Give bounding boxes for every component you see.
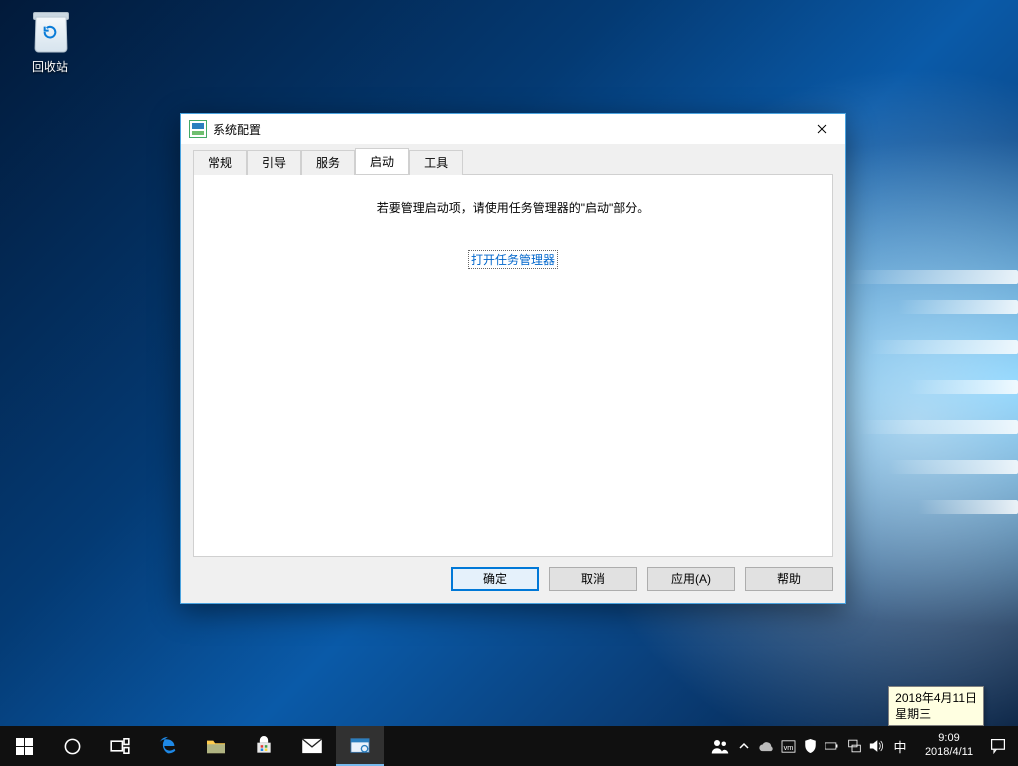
msconfig-dialog: 系统配置 常规 引导 服务 启动 工具 若要管理启动项，请使用任务管理器的"启动… xyxy=(180,113,846,604)
volume-icon xyxy=(869,739,884,753)
taskbar: vm 中 9:09 2018/4/11 xyxy=(0,726,1018,766)
close-icon xyxy=(817,124,827,134)
tooltip-weekday: 星期三 xyxy=(895,707,931,721)
tray-icon-power[interactable] xyxy=(821,741,843,751)
close-button[interactable] xyxy=(799,114,845,144)
dialog-button-row: 确定 取消 应用(A) 帮助 xyxy=(193,567,833,591)
store-icon xyxy=(254,736,274,756)
cancel-button[interactable]: 取消 xyxy=(549,567,637,591)
desktop-icon-label: 回收站 xyxy=(12,58,88,75)
svg-text:vm: vm xyxy=(783,742,793,751)
tray-up-arrow[interactable] xyxy=(733,742,755,750)
start-button[interactable] xyxy=(0,726,48,766)
tab-strip: 常规 引导 服务 启动 工具 xyxy=(193,152,833,174)
recycle-bin-icon xyxy=(26,6,74,54)
tab-tools[interactable]: 工具 xyxy=(409,150,463,175)
taskbar-app-explorer[interactable] xyxy=(192,726,240,766)
action-center-icon xyxy=(990,738,1006,754)
desktop-background[interactable]: 回收站 系统配置 常规 引导 服务 启动 工具 若要管理启动项，请使用任务管理器… xyxy=(0,0,1018,766)
tab-services[interactable]: 服务 xyxy=(301,150,355,175)
system-tray: vm 中 9:09 2018/4/11 xyxy=(707,726,1018,766)
desktop-icon-recycle-bin[interactable]: 回收站 xyxy=(12,6,88,75)
edge-icon xyxy=(157,735,179,757)
ok-button[interactable]: 确定 xyxy=(451,567,539,591)
vm-icon: vm xyxy=(781,740,796,753)
task-view-icon xyxy=(110,738,130,754)
tray-icon-volume[interactable] xyxy=(865,739,887,753)
taskbar-app-store[interactable] xyxy=(240,726,288,766)
taskbar-clock[interactable]: 9:09 2018/4/11 xyxy=(913,732,985,760)
tray-icon-network[interactable] xyxy=(843,739,865,753)
msconfig-taskbar-icon xyxy=(349,736,371,756)
mail-icon xyxy=(301,738,323,754)
cloud-icon xyxy=(758,741,774,752)
open-task-manager-link[interactable]: 打开任务管理器 xyxy=(468,250,558,269)
startup-message: 若要管理启动项，请使用任务管理器的"启动"部分。 xyxy=(377,199,650,216)
clock-date: 2018/4/11 xyxy=(925,746,973,760)
msconfig-icon xyxy=(189,120,207,138)
cortana-icon xyxy=(63,737,82,756)
dialog-client-area: 常规 引导 服务 启动 工具 若要管理启动项，请使用任务管理器的"启动"部分。 … xyxy=(181,144,845,603)
file-explorer-icon xyxy=(205,737,227,755)
clock-time: 9:09 xyxy=(938,732,959,746)
apply-button[interactable]: 应用(A) xyxy=(647,567,735,591)
help-button[interactable]: 帮助 xyxy=(745,567,833,591)
taskbar-app-edge[interactable] xyxy=(144,726,192,766)
tab-general[interactable]: 常规 xyxy=(193,150,247,175)
tray-icon-security[interactable] xyxy=(799,739,821,753)
windows-logo-icon xyxy=(16,738,33,755)
taskbar-spacer xyxy=(384,726,707,766)
action-center-button[interactable] xyxy=(985,738,1011,754)
taskbar-app-mail[interactable] xyxy=(288,726,336,766)
tooltip-date: 2018年4月11日 xyxy=(895,691,977,705)
people-icon xyxy=(711,738,729,754)
tray-icon-onedrive[interactable] xyxy=(755,741,777,752)
cortana-button[interactable] xyxy=(48,726,96,766)
clock-tooltip: 2018年4月11日 星期三 xyxy=(888,686,984,726)
tray-icon-vmtools[interactable]: vm xyxy=(777,740,799,753)
tab-boot[interactable]: 引导 xyxy=(247,150,301,175)
dialog-titlebar[interactable]: 系统配置 xyxy=(181,114,845,144)
network-icon xyxy=(847,739,862,753)
tray-people[interactable] xyxy=(707,738,733,754)
shield-icon xyxy=(804,739,817,753)
taskbar-app-msconfig[interactable] xyxy=(336,726,384,766)
chevron-up-icon xyxy=(739,742,749,750)
power-icon xyxy=(825,741,839,751)
task-view-button[interactable] xyxy=(96,726,144,766)
dialog-title: 系统配置 xyxy=(213,121,261,138)
tab-startup[interactable]: 启动 xyxy=(355,148,409,174)
tab-page-startup: 若要管理启动项，请使用任务管理器的"启动"部分。 打开任务管理器 xyxy=(193,174,833,557)
tray-ime[interactable]: 中 xyxy=(887,737,913,756)
